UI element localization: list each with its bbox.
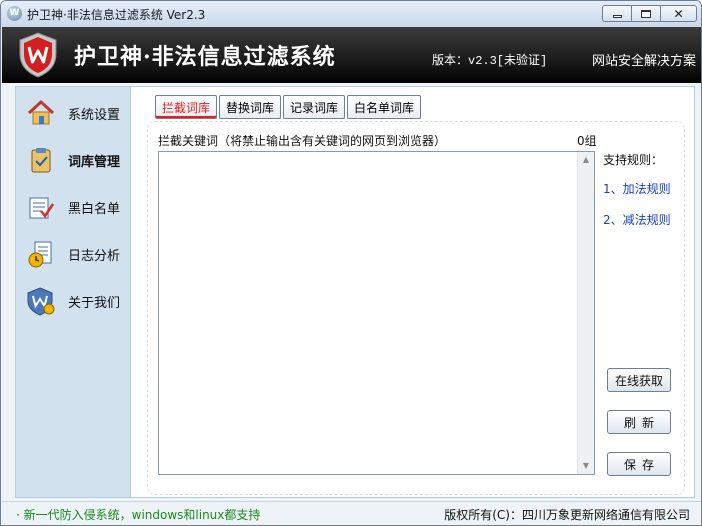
sidebar-item-label: 系统设置 — [68, 107, 121, 123]
tab-bar: 拦截词库 替换词库 记录词库 白名单词库 — [155, 95, 423, 119]
keyword-count: 0组 — [577, 134, 597, 148]
sidebar-item-label: 日志分析 — [68, 248, 121, 264]
rules-title: 支持规则： — [603, 153, 664, 167]
tab-record-words[interactable]: 记录词库 — [283, 95, 346, 119]
scroll-up-icon[interactable]: ▲ — [578, 152, 594, 168]
clipboard-icon — [31, 148, 51, 173]
app-window: W 护卫神·非法信息过滤系统 Ver2.3 ✕ 护卫神·非法信息过滤系统 版本：… — [0, 0, 702, 526]
status-copyright: 版权所有(C)：四川万象更新网络通信有限公司 — [444, 508, 690, 522]
sidebar-item-log-analysis[interactable]: 日志分析 — [16, 234, 130, 274]
scroll-down-icon[interactable]: ▼ — [578, 458, 594, 474]
tab-whitelist-words[interactable]: 白名单词库 — [347, 95, 422, 119]
title-bar: W 护卫神·非法信息过滤系统 Ver2.3 ✕ — [1, 1, 701, 27]
minimize-icon — [612, 14, 622, 18]
tab-replace-words[interactable]: 替换词库 — [219, 95, 282, 119]
notepad-check-icon — [29, 197, 55, 219]
minimize-button[interactable] — [602, 5, 632, 22]
keyword-textarea[interactable]: ▲ ▼ — [158, 151, 595, 475]
vertical-scrollbar[interactable]: ▲ ▼ — [577, 152, 594, 474]
house-icon — [27, 100, 55, 125]
shield-logo-icon — [19, 32, 57, 78]
tagline: 网站安全解决方案 — [592, 54, 697, 69]
rule-addition-link[interactable]: 1、加法规则 — [603, 180, 671, 197]
shield-user-icon — [27, 287, 55, 316]
sidebar-item-system-settings[interactable]: 系统设置 — [16, 93, 130, 133]
main-content: 拦截词库 替换词库 记录词库 白名单词库 拦截关键词（将禁止输出含有关键词的网页… — [131, 86, 695, 498]
version-label: 版本：v2.3[未验证] — [432, 54, 548, 68]
status-promo-text: · 新一代防入侵系统，windows和linux都支持 — [16, 508, 261, 522]
maximize-icon — [641, 9, 651, 18]
close-button[interactable]: ✕ — [660, 5, 697, 22]
save-button[interactable]: 保存 — [607, 452, 671, 476]
tab-block-words[interactable]: 拦截词库 — [155, 95, 218, 119]
sidebar-item-label: 关于我们 — [68, 295, 121, 311]
app-name: 护卫神·非法信息过滤系统 — [74, 44, 336, 70]
sidebar-item-black-white-list[interactable]: 黑白名单 — [16, 187, 130, 227]
sidebar-item-label: 词库管理 — [68, 154, 121, 170]
sidebar-item-about-us[interactable]: 关于我们 — [16, 281, 130, 321]
sidebar-item-dictionary[interactable]: 词库管理 — [16, 140, 130, 180]
log-clock-icon — [28, 241, 52, 268]
rule-subtraction-link[interactable]: 2、减法规则 — [603, 211, 671, 228]
close-icon: ✕ — [673, 6, 684, 21]
app-icon: W — [7, 6, 22, 21]
keyword-label: 拦截关键词（将禁止输出含有关键词的网页到浏览器） — [158, 134, 447, 148]
maximize-button[interactable] — [631, 5, 661, 22]
sidebar: 系统设置 词库管理 黑白名单 日志分析 关于我们 — [15, 86, 131, 498]
refresh-button[interactable]: 刷新 — [607, 410, 671, 434]
app-header: 护卫神·非法信息过滤系统 版本：v2.3[未验证] 网站安全解决方案 — [2, 27, 701, 83]
online-fetch-button[interactable]: 在线获取 — [607, 368, 671, 392]
sidebar-item-label: 黑白名单 — [68, 201, 121, 217]
status-bar: · 新一代防入侵系统，windows和linux都支持 版权所有(C)：四川万象… — [2, 501, 701, 525]
window-title: 护卫神·非法信息过滤系统 Ver2.3 — [27, 8, 206, 22]
